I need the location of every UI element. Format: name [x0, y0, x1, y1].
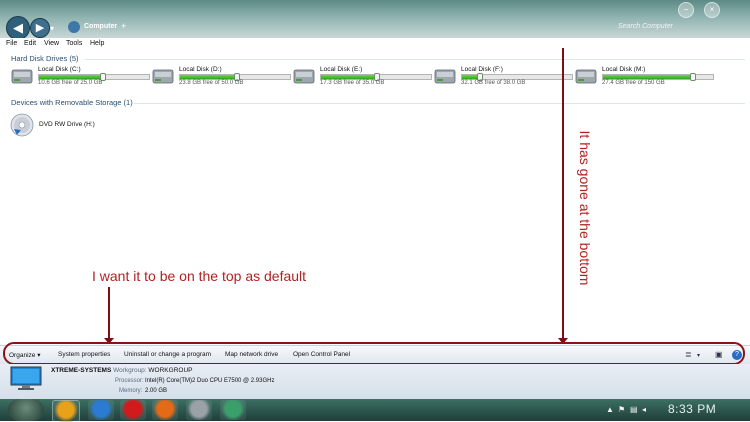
annotation-arrow-right	[562, 48, 564, 342]
back-button[interactable]: ◀	[6, 16, 30, 40]
removable-section-title[interactable]: Devices with Removable Storage (1)	[11, 98, 133, 107]
action-center-icon[interactable]: ⚑	[618, 405, 625, 414]
network-icon[interactable]: ▤	[630, 405, 638, 414]
annotation-top-note: I want it to be on the top as default	[92, 268, 307, 284]
drive-name: Local Disk (M:)	[602, 66, 646, 73]
window-titlebar: ◀ ▶ ▾ Computer + Search Computer − ×	[0, 0, 750, 40]
drive-usage-fill	[180, 75, 238, 79]
menu-tools[interactable]: Tools	[66, 40, 82, 47]
drive-name: Local Disk (F:)	[461, 66, 503, 73]
drive-usage-fill	[39, 75, 103, 79]
dvd-drive-label[interactable]: DVD RW Drive (H:)	[39, 121, 95, 128]
drive-tile[interactable]: Local Disk (C:) 10.6 GB free of 25.0 GB	[11, 66, 150, 92]
minimize-button[interactable]: −	[678, 2, 694, 18]
taskbar-firefox-icon[interactable]	[152, 400, 178, 420]
menu-edit[interactable]: Edit	[24, 40, 36, 47]
forward-button[interactable]: ▶	[30, 18, 50, 38]
hdd-section-title[interactable]: Hard Disk Drives (5)	[11, 54, 79, 63]
drive-usage-fill	[321, 75, 378, 79]
taskbar-internet-explorer-icon[interactable]	[88, 400, 114, 420]
drive-free-space: 23.8 GB free of 50.0 GB	[179, 80, 244, 86]
taskbar-explorer-icon[interactable]	[52, 400, 80, 422]
computer-monitor-icon	[10, 366, 42, 390]
drive-name: Local Disk (C:)	[38, 66, 81, 73]
address-expand-icon[interactable]: +	[121, 21, 126, 31]
drive-usage-fill	[603, 75, 694, 79]
drive-tile[interactable]: Local Disk (F:) 32.1 GB free of 38.0 GB	[434, 66, 573, 92]
dvd-drive-icon[interactable]	[10, 113, 34, 137]
start-button[interactable]	[8, 399, 44, 421]
taskbar-clock[interactable]: 8:33 PM	[668, 402, 716, 416]
hard-disk-icon	[11, 69, 33, 84]
details-pane: XTREME-SYSTEMS Workgroup: WORKGROUP Proc…	[0, 364, 750, 399]
annotation-side-note: It has gone at the bottom	[577, 130, 593, 286]
taskbar: ▲ ⚑ ▤ ◂ 8:33 PM	[0, 399, 750, 422]
section-divider	[85, 59, 745, 60]
drive-free-space: 17.3 GB free of 35.0 GB	[320, 80, 385, 86]
processor-label: Processor:	[115, 378, 144, 384]
memory-label: Memory:	[119, 388, 143, 394]
hard-disk-icon	[152, 69, 174, 84]
menu-help[interactable]: Help	[90, 40, 104, 47]
recent-pages-chevron-icon[interactable]: ▾	[50, 24, 54, 33]
menu-file[interactable]: File	[6, 40, 17, 47]
drive-name: Local Disk (D:)	[179, 66, 222, 73]
drive-usage-marker	[690, 73, 697, 81]
address-bar[interactable]: Computer	[84, 23, 117, 30]
drive-name: Local Disk (E:)	[320, 66, 363, 73]
close-button[interactable]: ×	[704, 2, 720, 18]
search-input[interactable]: Search Computer	[618, 23, 673, 30]
menu-bar: File Edit View Tools Help	[0, 38, 750, 50]
processor-value: Intel(R) Core(TM)2 Duo CPU E7500 @ 2.93G…	[145, 378, 275, 384]
drive-tile[interactable]: Local Disk (D:) 23.8 GB free of 50.0 GB	[152, 66, 291, 92]
drive-free-space: 27.4 GB free of 150 GB	[602, 80, 665, 86]
tray-expand-icon[interactable]: ▲	[606, 405, 614, 414]
taskbar-opera-icon[interactable]	[120, 400, 146, 420]
taskbar-media-app-icon[interactable]	[220, 400, 246, 420]
workgroup-value: WORKGROUP	[148, 367, 193, 374]
details-computer-line: XTREME-SYSTEMS Workgroup: WORKGROUP	[51, 367, 192, 374]
hard-disk-icon	[434, 69, 456, 84]
drive-free-space: 10.6 GB free of 25.0 GB	[38, 80, 103, 86]
memory-value: 2.00 GB	[145, 388, 168, 394]
section-divider	[134, 103, 745, 104]
annotation-arrow-left	[108, 287, 110, 342]
drive-tile[interactable]: Local Disk (M:) 27.4 GB free of 150 GB	[575, 66, 714, 92]
drive-tile[interactable]: Local Disk (E:) 17.3 GB free of 35.0 GB	[293, 66, 432, 92]
volume-icon[interactable]: ◂	[642, 405, 646, 414]
computer-icon	[68, 21, 80, 33]
annotation-highlight-oval	[3, 342, 745, 365]
computer-name: XTREME-SYSTEMS	[51, 367, 112, 374]
workgroup-label: Workgroup:	[113, 367, 147, 374]
drive-free-space: 32.1 GB free of 38.0 GB	[461, 80, 526, 86]
taskbar-chrome-icon[interactable]	[186, 400, 212, 420]
hard-disk-icon	[293, 69, 315, 84]
hard-disk-icon	[575, 69, 597, 84]
menu-view[interactable]: View	[44, 40, 59, 47]
